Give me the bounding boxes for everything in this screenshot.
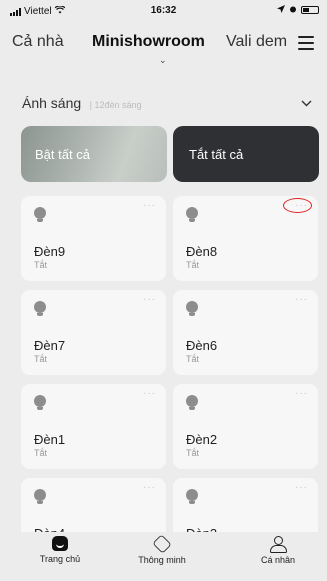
device-name: Đèn1 <box>34 432 66 447</box>
alarm-icon <box>289 5 297 15</box>
device-state: Tắt <box>186 354 200 364</box>
more-options-icon[interactable]: ··· <box>295 482 308 493</box>
all-on-button[interactable]: Bật tất cả <box>21 126 167 182</box>
light-bulb-icon <box>34 395 46 411</box>
home-icon <box>52 536 68 551</box>
light-bulb-icon <box>34 207 46 223</box>
light-bulb-icon <box>34 489 46 505</box>
section-subtitle: | 12đèn sáng <box>89 100 142 110</box>
device-state: Tắt <box>186 448 200 458</box>
hamburger-menu-icon[interactable] <box>298 36 314 50</box>
home-tabs: Cả nhà Minishowroom Vali dem ⌄ <box>0 30 327 70</box>
device-name: Đèn8 <box>186 244 218 259</box>
device-name: Đèn7 <box>34 338 66 353</box>
light-bulb-icon <box>186 207 198 223</box>
chevron-down-icon[interactable] <box>301 96 312 110</box>
all-off-button[interactable]: Tắt tất cả <box>173 126 319 182</box>
device-card-den7[interactable]: ··· Đèn7 Tắt <box>21 290 166 375</box>
device-card-den9[interactable]: ··· Đèn9 Tắt <box>21 196 166 281</box>
status-bar: Viettel 16:32 <box>0 0 327 22</box>
lighting-section-header[interactable]: Ánh sáng | 12đèn sáng <box>22 95 318 115</box>
nav-profile[interactable]: Cá nhân <box>238 536 318 565</box>
battery-icon <box>301 6 319 14</box>
chevron-down-icon[interactable]: ⌄ <box>159 55 167 66</box>
bottom-navigation: Trang chủ Thông minh Cá nhân <box>0 532 327 581</box>
device-name: Đèn2 <box>186 432 218 447</box>
device-state: Tắt <box>34 354 48 364</box>
nav-smart-label: Thông minh <box>138 555 186 565</box>
device-name: Đèn9 <box>34 244 66 259</box>
device-card-den8[interactable]: ··· Đèn8 Tắt <box>173 196 318 281</box>
device-state: Tắt <box>34 260 48 270</box>
status-right <box>277 5 319 15</box>
more-options-icon[interactable]: ··· <box>295 294 308 305</box>
light-bulb-icon <box>186 301 198 317</box>
smart-scene-icon <box>152 534 172 554</box>
device-card-den2[interactable]: ··· Đèn2 Tắt <box>173 384 318 469</box>
more-options-icon[interactable]: ··· <box>143 482 156 493</box>
device-card-den6[interactable]: ··· Đèn6 Tắt <box>173 290 318 375</box>
section-title: Ánh sáng <box>22 95 82 111</box>
device-card-den1[interactable]: ··· Đèn1 Tắt <box>21 384 166 469</box>
tab-ca-nha[interactable]: Cả nhà <box>12 33 64 51</box>
tab-minishowroom[interactable]: Minishowroom <box>92 33 205 51</box>
light-bulb-icon <box>186 489 198 505</box>
device-state: Tắt <box>186 260 200 270</box>
more-options-icon[interactable]: ··· <box>295 388 308 399</box>
nav-profile-label: Cá nhân <box>260 555 296 565</box>
light-bulb-icon <box>186 395 198 411</box>
nav-smart[interactable]: Thông minh <box>122 534 202 565</box>
nav-home[interactable]: Trang chủ <box>20 536 100 564</box>
location-arrow-icon <box>277 5 285 15</box>
device-name: Đèn6 <box>186 338 218 353</box>
tab-vali-dem[interactable]: Vali dem <box>226 33 287 51</box>
device-state: Tắt <box>34 448 48 458</box>
highlight-circle <box>283 198 312 213</box>
nav-home-label: Trang chủ <box>39 554 81 564</box>
more-options-icon[interactable]: ··· <box>143 200 156 211</box>
light-bulb-icon <box>34 301 46 317</box>
more-options-icon[interactable]: ··· <box>143 388 156 399</box>
profile-icon <box>269 536 287 553</box>
more-options-icon[interactable]: ··· <box>143 294 156 305</box>
